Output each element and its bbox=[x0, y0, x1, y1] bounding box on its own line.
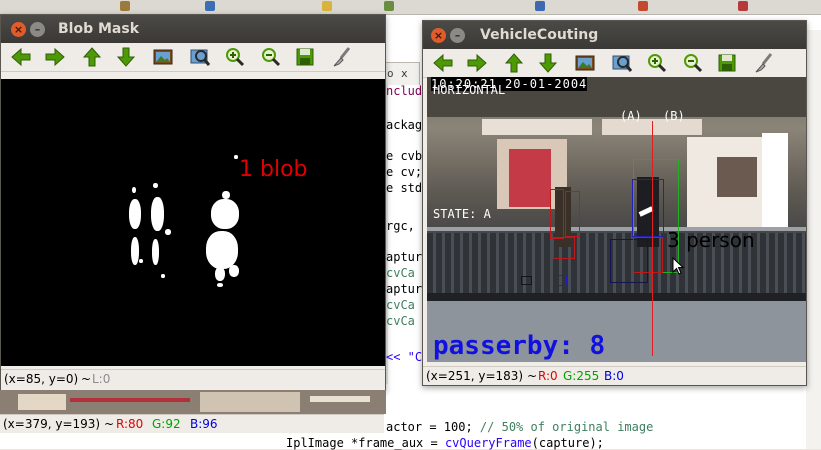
code-line: nclud bbox=[386, 84, 423, 98]
zone-a-label: (A) bbox=[620, 109, 642, 123]
red-value: R:80 bbox=[116, 417, 144, 431]
toolbar-glyph-icon[interactable] bbox=[384, 1, 394, 11]
editor-tab[interactable]: o x bbox=[384, 62, 420, 85]
state-label: STATE: A bbox=[433, 207, 491, 221]
green-value: G:255 bbox=[563, 369, 600, 383]
pixel-value: L:0 bbox=[92, 372, 111, 386]
code-line: ackag bbox=[386, 118, 423, 132]
blob-count-label: 1 blob bbox=[239, 157, 308, 182]
minimize-button[interactable]: – bbox=[30, 22, 45, 37]
blue-value: B:96 bbox=[190, 417, 218, 431]
blob-mask-canvas[interactable]: 1 blob bbox=[1, 79, 385, 366]
toolbar-glyph-icon[interactable] bbox=[322, 1, 332, 11]
zoom-out-icon[interactable] bbox=[259, 46, 281, 68]
zoom-fit-icon[interactable] bbox=[611, 52, 633, 74]
blob-mask-window[interactable]: × – Blob Mask 1 blob (x=85, y=0) ~ L:0 bbox=[0, 14, 386, 391]
code-line: e cvb bbox=[386, 149, 423, 163]
code-line: cvCa bbox=[386, 298, 415, 312]
arrow-up-icon[interactable] bbox=[81, 46, 103, 68]
titlebar[interactable]: × – Blob Mask bbox=[1, 15, 385, 43]
image-toolbar bbox=[1, 43, 385, 72]
code-line: << "C bbox=[386, 350, 423, 364]
tab-close-icon[interactable]: x bbox=[401, 67, 408, 80]
green-value: G:92 bbox=[152, 417, 181, 431]
image-toolbar bbox=[423, 49, 806, 78]
zoom-in-icon[interactable] bbox=[223, 46, 245, 68]
code-line: rgc, bbox=[386, 219, 415, 233]
cursor-coords: (x=379, y=193) bbox=[3, 417, 101, 431]
zone-b-label: (B) bbox=[663, 109, 685, 123]
passerby-counter: passerby: 8 bbox=[433, 331, 606, 361]
red-value: R:0 bbox=[538, 369, 558, 383]
brush-icon[interactable] bbox=[330, 46, 352, 68]
save-icon[interactable] bbox=[716, 52, 738, 74]
blue-value: B:0 bbox=[604, 369, 624, 383]
code-line: aptur bbox=[386, 282, 423, 296]
arrow-down-icon[interactable] bbox=[115, 46, 137, 68]
arrow-left-icon[interactable] bbox=[432, 52, 454, 74]
minimize-button[interactable]: – bbox=[450, 28, 465, 43]
arrow-right-icon[interactable] bbox=[44, 46, 66, 68]
zoom-fit-icon[interactable] bbox=[189, 46, 211, 68]
cursor-coords: (x=85, y=0) bbox=[4, 372, 79, 386]
zoom-in-icon[interactable] bbox=[645, 52, 667, 74]
mouse-cursor-icon bbox=[672, 257, 684, 275]
cursor-coords: (x=251, y=183) bbox=[426, 369, 524, 383]
code-line: cvCa bbox=[386, 266, 415, 280]
toolbar-glyph-icon[interactable] bbox=[120, 1, 130, 11]
toolbar-glyph-icon[interactable] bbox=[738, 1, 748, 11]
toolbar-glyph-icon[interactable] bbox=[638, 1, 648, 11]
arrow-right-icon[interactable] bbox=[466, 52, 488, 74]
save-icon[interactable] bbox=[294, 46, 316, 68]
mode-label: HORIZONTAL bbox=[433, 83, 506, 97]
lower-status-bar: (x=379, y=193) ~ R:80 G:92 B:96 bbox=[0, 414, 384, 433]
code-line: actor = 100; // 50% of original image bbox=[386, 420, 654, 434]
window-title: Blob Mask bbox=[58, 21, 140, 37]
code-line: IplImage *frame_aux = cvQueryFrame(captu… bbox=[286, 436, 604, 450]
arrow-left-icon[interactable] bbox=[10, 46, 32, 68]
arrow-down-icon[interactable] bbox=[537, 52, 559, 74]
toolbar-glyph-icon[interactable] bbox=[205, 1, 215, 11]
image-icon[interactable] bbox=[152, 46, 174, 68]
code-line: e cv; bbox=[386, 165, 423, 179]
hidden-window-preview[interactable] bbox=[0, 390, 386, 414]
code-line: aptur bbox=[386, 250, 423, 264]
toolbar-glyph-icon[interactable] bbox=[535, 1, 545, 11]
person-count-label: 3 person bbox=[667, 228, 755, 252]
window-title: VehicleCouting bbox=[480, 27, 599, 43]
code-line: cvCa bbox=[386, 314, 415, 328]
code-line: e std bbox=[386, 181, 423, 195]
status-bar: (x=251, y=183) ~ R:0 G:255 B:0 bbox=[423, 366, 806, 385]
titlebar[interactable]: × – VehicleCouting bbox=[423, 21, 806, 49]
close-button[interactable]: × bbox=[431, 28, 446, 43]
image-icon[interactable] bbox=[574, 52, 596, 74]
brush-icon[interactable] bbox=[752, 52, 774, 74]
ide-top-toolbar bbox=[0, 0, 821, 15]
zoom-out-icon[interactable] bbox=[681, 52, 703, 74]
camera-view[interactable]: 10:20:21 20-01-2004 HORIZONTAL (A) (B) S… bbox=[427, 77, 806, 362]
vehicle-counting-window[interactable]: × – VehicleCouting 10:20:21 20-01-2004 H… bbox=[422, 20, 807, 386]
editor-scroll-strip[interactable] bbox=[806, 30, 821, 449]
arrow-up-icon[interactable] bbox=[503, 52, 525, 74]
close-button[interactable]: × bbox=[11, 22, 26, 37]
status-bar: (x=85, y=0) ~ L:0 bbox=[1, 369, 385, 388]
